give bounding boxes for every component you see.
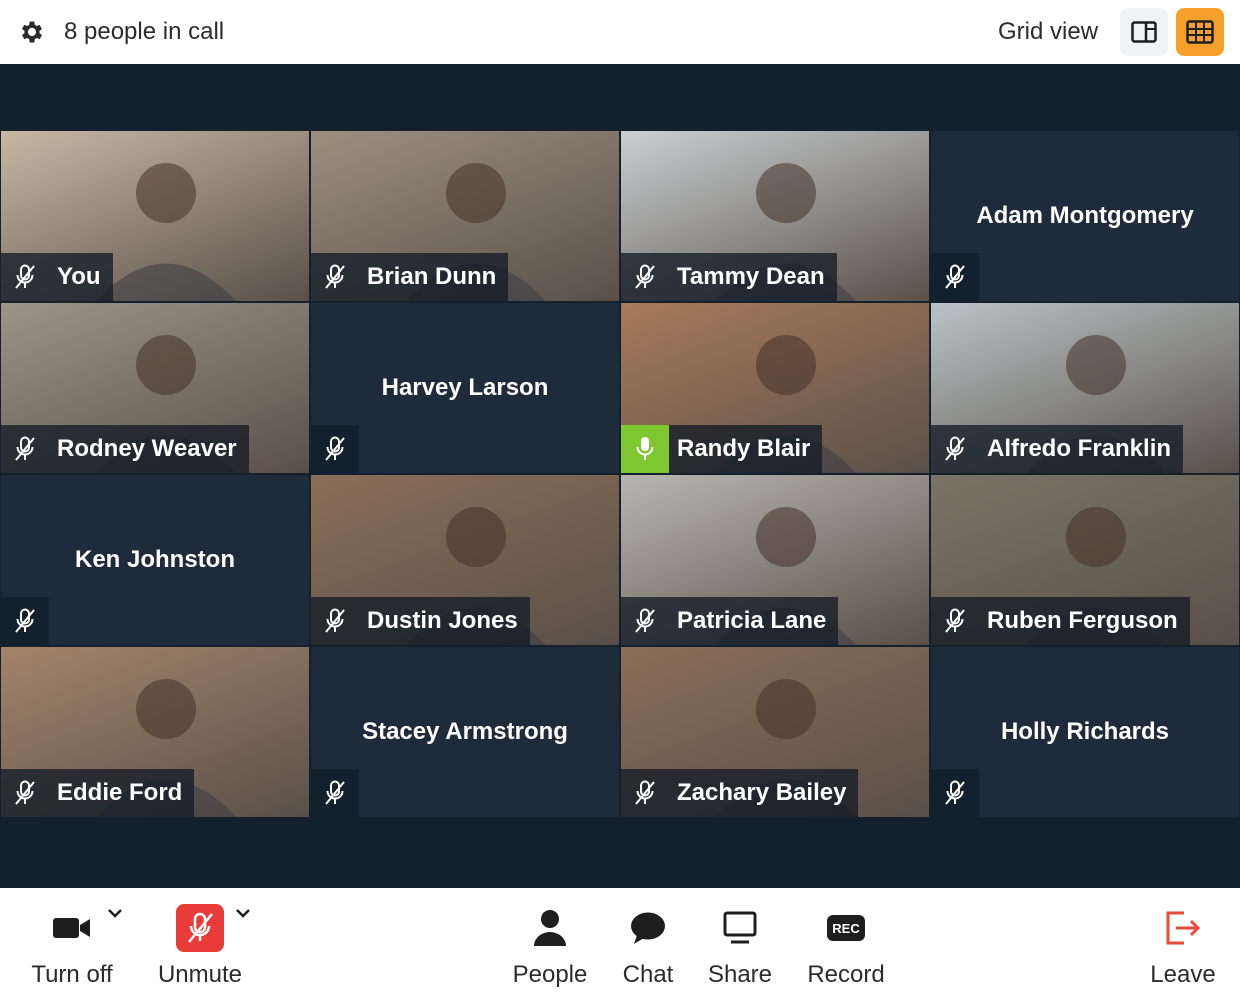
- chat-button[interactable]: Chat: [616, 888, 680, 1000]
- participant-tile[interactable]: Adam Montgomery: [931, 131, 1239, 301]
- participant-name: Randy Blair: [677, 435, 811, 462]
- muted-mic-icon: [176, 904, 224, 952]
- video-grid: You Brian Dunn Tammy Dean Adam Montgomery Ro…: [0, 64, 1240, 888]
- mic-options-chevron-down-icon[interactable]: [234, 906, 252, 920]
- mic-muted-icon: [1, 597, 49, 645]
- call-header: 8 people in call Grid view: [0, 0, 1240, 64]
- mic-active-icon: [621, 425, 669, 473]
- chat-button-label: Chat: [622, 961, 674, 988]
- participant-name: Patricia Lane: [677, 607, 827, 634]
- people-button[interactable]: People: [506, 888, 594, 1000]
- participant-name-tag: Ruben Ferguson: [931, 597, 1190, 645]
- participant-name-tag: Eddie Ford: [1, 769, 195, 817]
- unmute-button[interactable]: Unmute: [152, 888, 248, 1000]
- grid-layout-icon: [1186, 20, 1214, 44]
- mic-muted-icon: [1, 253, 49, 301]
- mic-muted-icon: [311, 597, 359, 645]
- mic-muted-icon: [931, 425, 979, 473]
- participant-tile[interactable]: Randy Blair: [621, 303, 929, 473]
- mic-muted-icon: [931, 597, 979, 645]
- participant-name-tag: Zachary Bailey: [621, 769, 859, 817]
- share-button-label: Share: [707, 961, 773, 988]
- participant-name-tag: Rodney Weaver: [1, 425, 249, 473]
- participant-name: Eddie Ford: [57, 779, 183, 806]
- participant-tile[interactable]: Dustin Jones: [311, 475, 619, 645]
- mic-muted-icon: [931, 769, 979, 817]
- leave-button-label: Leave: [1150, 961, 1216, 988]
- turn-off-camera-button[interactable]: Turn off: [26, 888, 118, 1000]
- participant-tile[interactable]: Harvey Larson: [311, 303, 619, 473]
- chat-bubble-icon: [631, 912, 665, 944]
- participant-tile[interactable]: Zachary Bailey: [621, 647, 929, 817]
- leave-call-button[interactable]: Leave: [1146, 888, 1220, 1000]
- view-mode-label: Grid view: [998, 18, 1099, 45]
- record-icon: REC: [827, 915, 865, 941]
- participant-tile[interactable]: Alfredo Franklin: [931, 303, 1239, 473]
- participant-tile[interactable]: Ken Johnston: [1, 475, 309, 645]
- participant-name: Tammy Dean: [677, 263, 825, 290]
- participant-name-tag: Randy Blair: [621, 425, 823, 473]
- grid-view-button[interactable]: [1176, 8, 1224, 56]
- participant-name: You: [57, 263, 101, 290]
- record-button-label: Record: [807, 961, 885, 988]
- participant-tile[interactable]: Patricia Lane: [621, 475, 929, 645]
- record-badge-text: REC: [832, 920, 860, 936]
- people-button-label: People: [512, 961, 588, 988]
- participant-name: Brian Dunn: [367, 263, 497, 290]
- mic-muted-icon: [311, 425, 359, 473]
- participant-name-tag: Tammy Dean: [621, 253, 837, 301]
- call-controls-toolbar: Turn off Unmute People Chat Share REC Re…: [0, 888, 1240, 1000]
- camera-options-chevron-down-icon[interactable]: [106, 906, 124, 920]
- share-screen-button[interactable]: Share: [704, 888, 776, 1000]
- mic-muted-icon: [1, 769, 49, 817]
- record-button[interactable]: REC Record: [802, 888, 890, 1000]
- leave-door-exit-icon: [1166, 911, 1201, 945]
- video-camera-icon: [53, 918, 90, 938]
- mic-muted-icon: [931, 253, 979, 301]
- participant-name: Rodney Weaver: [57, 435, 237, 462]
- participant-tile[interactable]: Brian Dunn: [311, 131, 619, 301]
- sidebar-layout-icon: [1131, 21, 1157, 43]
- unmute-button-label: Unmute: [157, 961, 243, 988]
- sidebar-view-button[interactable]: [1120, 8, 1168, 56]
- participant-tile[interactable]: Stacey Armstrong: [311, 647, 619, 817]
- participant-name: Zachary Bailey: [677, 779, 847, 806]
- participant-tile[interactable]: Tammy Dean: [621, 131, 929, 301]
- participant-name: Dustin Jones: [367, 607, 518, 634]
- participant-tile[interactable]: Eddie Ford: [1, 647, 309, 817]
- mic-muted-icon: [621, 253, 669, 301]
- participant-name-tag: Brian Dunn: [311, 253, 509, 301]
- mic-muted-icon: [311, 769, 359, 817]
- participant-tile[interactable]: You: [1, 131, 309, 301]
- settings-gear-icon[interactable]: [18, 18, 46, 46]
- camera-button-label: Turn off: [31, 961, 113, 988]
- participant-name-tag: Dustin Jones: [311, 597, 530, 645]
- participant-name: Ruben Ferguson: [987, 607, 1178, 634]
- participant-tile[interactable]: Holly Richards: [931, 647, 1239, 817]
- mic-muted-icon: [621, 597, 669, 645]
- participant-tile[interactable]: Rodney Weaver: [1, 303, 309, 473]
- screen-share-icon: [723, 911, 757, 944]
- mic-muted-icon: [311, 253, 359, 301]
- mic-muted-icon: [621, 769, 669, 817]
- person-icon: [534, 910, 566, 946]
- participant-name-tag: Alfredo Franklin: [931, 425, 1184, 473]
- participant-count: 8 people in call: [64, 18, 225, 45]
- participant-name: Alfredo Franklin: [987, 435, 1172, 462]
- participant-name-tag: You: [1, 253, 113, 301]
- participant-name-tag: Patricia Lane: [621, 597, 839, 645]
- participant-tile[interactable]: Ruben Ferguson: [931, 475, 1239, 645]
- mic-muted-icon: [1, 425, 49, 473]
